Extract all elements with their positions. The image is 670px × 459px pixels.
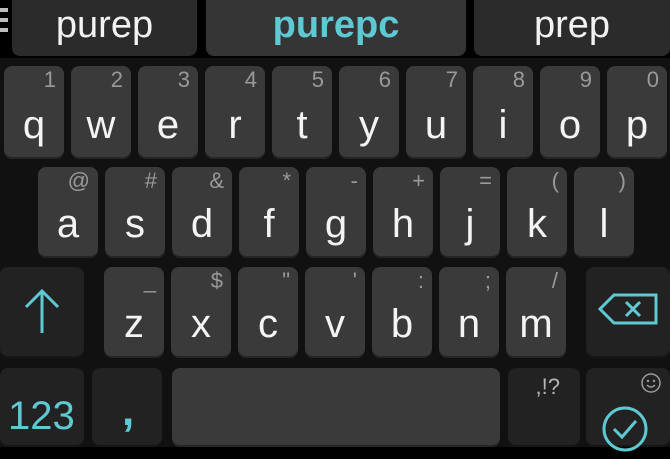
key-secondary-label: + bbox=[412, 168, 425, 193]
comma-label: , bbox=[122, 386, 135, 435]
enter-key[interactable] bbox=[586, 368, 670, 452]
shift-arrow-icon bbox=[0, 287, 84, 337]
key-label: j bbox=[465, 202, 475, 246]
key-label: a bbox=[56, 202, 80, 246]
key-secondary-label: 4 bbox=[244, 67, 257, 92]
suggestion-bar: purep purepc prep bbox=[0, 0, 670, 58]
key-f[interactable]: * f bbox=[239, 167, 299, 258]
key-secondary-label: 9 bbox=[579, 67, 592, 92]
key-l[interactable]: ) l bbox=[574, 167, 634, 258]
key-label: r bbox=[228, 103, 242, 147]
key-n[interactable]: ; n bbox=[439, 267, 499, 358]
key-i[interactable]: 8i bbox=[473, 66, 533, 159]
key-secondary-label: 5 bbox=[311, 67, 324, 92]
punctuation-label: ,!? bbox=[535, 374, 560, 399]
smiley-icon bbox=[640, 372, 662, 399]
key-g[interactable]: -g bbox=[306, 167, 366, 258]
comma-key[interactable]: , bbox=[92, 368, 162, 447]
key-secondary-label: $ bbox=[210, 268, 223, 293]
key-secondary-label: @ bbox=[67, 168, 90, 193]
key-v[interactable]: ' v bbox=[305, 267, 365, 358]
key-label: y bbox=[359, 103, 379, 147]
key-t[interactable]: 5t bbox=[272, 66, 332, 159]
numbers-key[interactable]: 123 bbox=[0, 368, 84, 447]
key-label: d bbox=[190, 202, 214, 246]
key-label: z bbox=[124, 302, 144, 346]
key-w[interactable]: 2w bbox=[71, 66, 131, 159]
key-k[interactable]: (k bbox=[507, 167, 567, 258]
key-c[interactable]: " c bbox=[238, 267, 298, 358]
key-p[interactable]: 0p bbox=[607, 66, 667, 159]
key-label: p bbox=[625, 103, 649, 147]
key-label: e bbox=[156, 103, 180, 147]
key-label: c bbox=[258, 302, 278, 346]
key-secondary-label: # bbox=[144, 168, 157, 193]
key-secondary-label: / bbox=[551, 268, 558, 293]
key-d[interactable]: & d bbox=[172, 167, 232, 258]
key-secondary-label: 7 bbox=[445, 67, 458, 92]
key-label: i bbox=[498, 103, 508, 147]
key-secondary-label: 6 bbox=[378, 67, 391, 92]
space-key[interactable] bbox=[172, 368, 500, 447]
key-secondary-label: : bbox=[417, 268, 424, 293]
key-h[interactable]: + h bbox=[373, 167, 433, 258]
key-secondary-label: 1 bbox=[43, 67, 56, 92]
key-label: s bbox=[125, 202, 145, 246]
key-secondary-label: " bbox=[282, 268, 290, 293]
key-secondary-label: ; bbox=[484, 268, 491, 293]
key-secondary-label: ( bbox=[551, 168, 559, 193]
suggestion-left[interactable]: purep bbox=[12, 0, 197, 56]
key-secondary-label: 8 bbox=[512, 67, 525, 92]
key-x[interactable]: $ x bbox=[171, 267, 231, 358]
shift-key[interactable] bbox=[0, 267, 84, 358]
key-label: t bbox=[296, 103, 308, 147]
key-secondary-label: * bbox=[282, 168, 291, 193]
key-secondary-label: 2 bbox=[110, 67, 123, 92]
key-label: w bbox=[86, 103, 116, 147]
key-m[interactable]: / m bbox=[506, 267, 566, 358]
key-z[interactable]: _ z bbox=[104, 267, 164, 358]
key-r[interactable]: 4r bbox=[205, 66, 265, 159]
key-a[interactable]: @ a bbox=[38, 167, 98, 258]
key-label: k bbox=[527, 202, 547, 246]
key-secondary-label: & bbox=[209, 168, 224, 193]
key-label: o bbox=[558, 103, 582, 147]
key-label: x bbox=[191, 302, 211, 346]
key-secondary-label: - bbox=[350, 168, 358, 193]
key-y[interactable]: 6y bbox=[339, 66, 399, 159]
key-label: n bbox=[457, 302, 481, 346]
keyboard: 1q2w3e4r5t6y7u8i9o0p @ a # s & d * f - g + h = j(k) l … bbox=[0, 58, 670, 452]
key-j[interactable]: = j bbox=[440, 167, 500, 258]
key-label: q bbox=[22, 103, 46, 147]
key-label: f bbox=[263, 202, 275, 246]
backspace-key[interactable] bbox=[586, 267, 670, 358]
key-secondary-label: ) bbox=[618, 168, 626, 193]
numbers-label: 123 bbox=[8, 394, 75, 438]
key-secondary-label: 0 bbox=[646, 67, 659, 92]
key-u[interactable]: 7u bbox=[406, 66, 466, 159]
key-label: u bbox=[424, 103, 448, 147]
key-label: b bbox=[390, 302, 414, 346]
key-label: l bbox=[599, 202, 609, 246]
key-label: h bbox=[391, 202, 415, 246]
key-secondary-label: ' bbox=[352, 268, 357, 293]
key-e[interactable]: 3e bbox=[138, 66, 198, 159]
key-secondary-label: = bbox=[479, 168, 492, 193]
backspace-icon bbox=[586, 293, 670, 325]
key-secondary-label: 3 bbox=[177, 67, 190, 92]
punctuation-key[interactable]: ,!? bbox=[508, 368, 580, 447]
key-label: m bbox=[519, 302, 553, 346]
key-b[interactable]: :b bbox=[372, 267, 432, 358]
key-label: v bbox=[325, 302, 345, 346]
key-o[interactable]: 9o bbox=[540, 66, 600, 159]
key-s[interactable]: # s bbox=[105, 167, 165, 258]
suggestion-center[interactable]: purepc bbox=[206, 0, 466, 56]
key-secondary-label: _ bbox=[143, 268, 156, 293]
suggestion-right[interactable]: prep bbox=[474, 0, 670, 56]
check-circle-icon bbox=[600, 404, 650, 459]
menu-icon[interactable] bbox=[0, 8, 10, 40]
key-q[interactable]: 1q bbox=[4, 66, 64, 159]
key-label: g bbox=[324, 202, 348, 246]
